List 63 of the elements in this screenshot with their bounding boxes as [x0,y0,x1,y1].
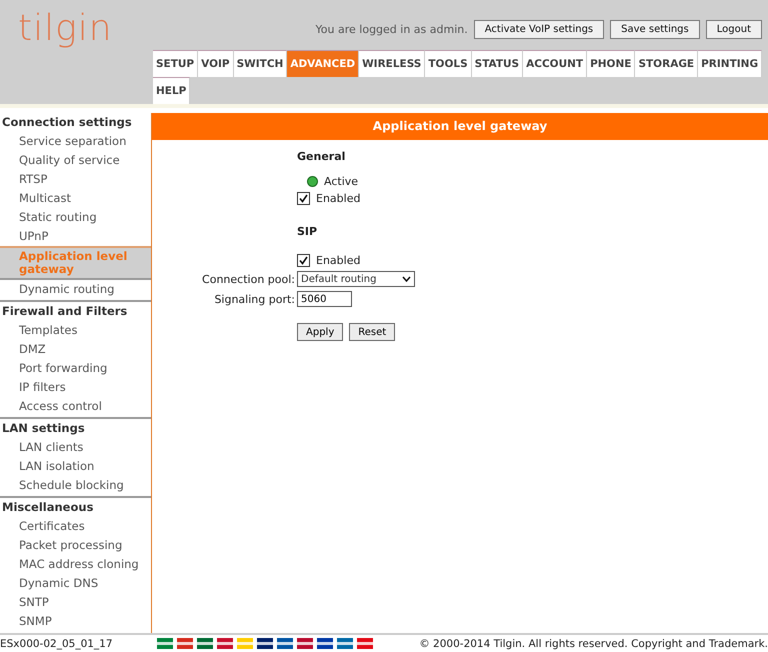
nav-tab[interactable]: WIRELESS [359,50,426,77]
nav-tab[interactable]: PHONE [587,50,636,77]
sidebar-item[interactable]: DMZ [0,340,151,359]
field-label: Connection pool: [201,272,295,286]
sidebar-item[interactable]: Certificates [0,517,151,536]
sidebar-heading: Connection settings [1,114,133,131]
checkbox[interactable] [297,192,310,205]
header-button[interactable]: Activate VoIP settings [474,20,604,39]
chevron-down-icon [402,276,411,282]
sidebar-heading: Miscellaneous [1,499,94,516]
sidebar-item[interactable]: Schedule blocking [0,476,151,495]
nav-tab[interactable]: PRINTING [698,50,762,77]
copyright-text: © 2000-2014 Tilgin. All rights reserved. Copyright and Trademark. [419,638,768,650]
sidebar-item[interactable]: Access control [0,397,151,416]
checkbox-label: Enabled [316,254,360,267]
section-heading: General [297,150,346,163]
nav-tab[interactable]: SWITCH [234,50,288,77]
form-button[interactable]: Reset [349,323,396,341]
sidebar-item[interactable]: Dynamic DNS [0,574,151,593]
nav-tab[interactable]: TOOLS [425,50,472,77]
connection-pool-select[interactable]: Default routing [297,271,415,287]
sidebar-item[interactable]: SNMP [0,612,151,631]
nav-tab[interactable]: STATUS [472,50,524,77]
login-status-text: You are logged in as admin. [316,23,468,36]
checkbox[interactable] [297,254,310,267]
page-title-bar: Application level gateway [152,113,768,140]
signaling-port-field[interactable]: 5060 [297,291,352,307]
sidebar-item[interactable]: UPnP [0,227,151,246]
status-label: Active [324,175,358,188]
sidebar-item[interactable]: Service separation [0,132,151,151]
sidebar-item[interactable]: LAN isolation [0,457,151,476]
sidebar-item[interactable]: Templates [0,321,151,340]
flag-icon[interactable] [256,638,273,649]
sidebar-item[interactable]: Port forwarding [0,359,151,378]
sidebar-item[interactable]: Quality of service [0,151,151,170]
nav-tab[interactable]: SETUP [153,50,198,77]
sidebar-item[interactable]: MAC address cloning [0,555,151,574]
field-label: Signaling port: [213,292,295,306]
nav-tab[interactable]: ACCOUNT [523,50,588,77]
sidebar-item[interactable]: Packet processing [0,536,151,555]
sidebar-item[interactable]: RTSP [0,170,151,189]
sidebar-heading: LAN settings [1,420,86,437]
sidebar-item[interactable]: Dynamic routing [0,280,151,299]
header-button[interactable]: Logout [706,20,762,39]
flag-icon[interactable] [196,638,213,649]
nav-tab[interactable]: VOIP [198,50,234,77]
sidebar-item[interactable]: Multicast [0,189,151,208]
flag-icon[interactable] [276,638,293,649]
section-heading: SIP [297,225,318,238]
sidebar-item[interactable]: LAN clients [0,438,151,457]
sidebar-item[interactable]: Static routing [0,208,151,227]
header-button[interactable]: Save settings [610,20,700,39]
nav-tab[interactable]: HELP [153,77,190,104]
flag-icon[interactable] [316,638,333,649]
sidebar-item[interactable]: IP filters [0,378,151,397]
firmware-version: ESx000-02_05_01_17 [0,638,113,650]
form-button[interactable]: Apply [297,323,344,341]
logo: tilgin [18,8,113,50]
nav-tab[interactable]: STORAGE [635,50,698,77]
sidebar-heading: Firewall and Filters [1,303,128,320]
sidebar-item[interactable]: SNTP [0,593,151,612]
flag-icon[interactable] [296,638,313,649]
checkbox-label: Enabled [316,192,360,205]
